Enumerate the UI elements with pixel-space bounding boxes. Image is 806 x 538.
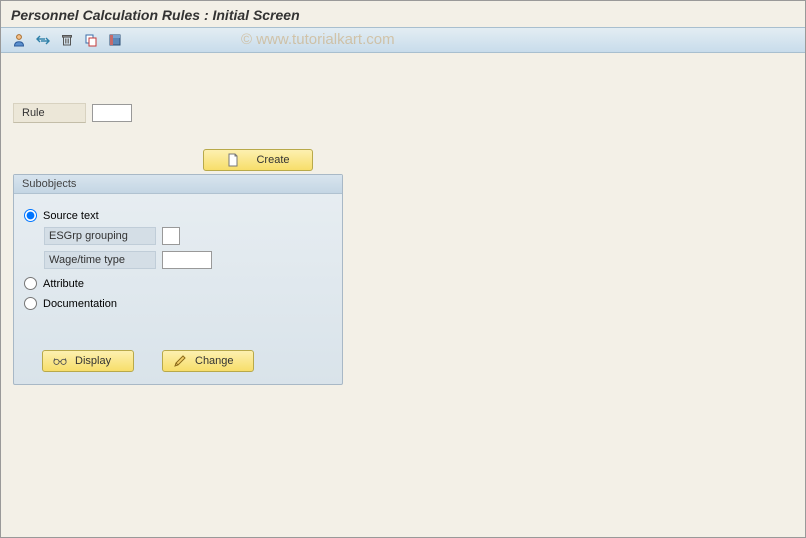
change-button[interactable]: Change	[162, 350, 254, 372]
trash-icon[interactable]	[57, 30, 77, 50]
change-button-label: Change	[195, 355, 234, 367]
esgrp-input[interactable]	[162, 227, 180, 245]
esgrp-label: ESGrp grouping	[44, 227, 156, 245]
layout-icon[interactable]	[105, 30, 125, 50]
glasses-icon	[53, 354, 67, 368]
radio-source-text-input[interactable]	[24, 209, 37, 222]
subobjects-panel: Subobjects Source text ESGrp grouping Wa…	[13, 174, 343, 385]
radio-attribute-label: Attribute	[43, 278, 84, 290]
display-button[interactable]: Display	[42, 350, 134, 372]
radio-source-text-label: Source text	[43, 210, 99, 222]
toolbar	[1, 27, 805, 53]
page-title: Personnel Calculation Rules : Initial Sc…	[1, 1, 805, 27]
rule-input[interactable]	[92, 104, 132, 122]
create-button[interactable]: Create	[203, 149, 313, 171]
radio-documentation[interactable]: Documentation	[22, 295, 334, 312]
arrows-icon[interactable]	[33, 30, 53, 50]
document-icon	[226, 153, 240, 167]
radio-documentation-input[interactable]	[24, 297, 37, 310]
rule-label: Rule	[13, 103, 86, 123]
person-icon[interactable]	[9, 30, 29, 50]
wage-label: Wage/time type	[44, 251, 156, 269]
copy-icon[interactable]	[81, 30, 101, 50]
radio-attribute-input[interactable]	[24, 277, 37, 290]
panel-header: Subobjects	[14, 175, 342, 194]
wage-input[interactable]	[162, 251, 212, 269]
radio-attribute[interactable]: Attribute	[22, 275, 334, 292]
radio-documentation-label: Documentation	[43, 298, 117, 310]
pencil-icon	[173, 354, 187, 368]
create-button-label: Create	[256, 154, 289, 166]
radio-source-text[interactable]: Source text	[22, 207, 334, 224]
content-area: Rule Create Subobjects Source text ESGrp…	[1, 53, 805, 397]
display-button-label: Display	[75, 355, 111, 367]
